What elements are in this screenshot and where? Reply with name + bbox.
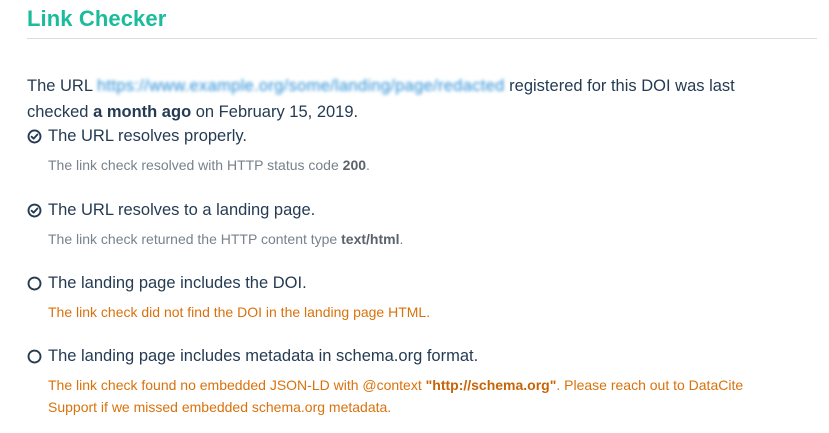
check-detail: The link check found no embedded JSON-LD… bbox=[48, 374, 793, 418]
check-circle-icon bbox=[27, 129, 42, 143]
check-detail: The link check did not find the DOI in t… bbox=[48, 301, 817, 323]
detail-text: The link check resolved with HTTP status… bbox=[48, 157, 339, 173]
check-title: The URL resolves to a landing page. bbox=[48, 201, 316, 219]
detail-text: The link check returned the HTTP content… bbox=[48, 231, 338, 247]
schema-context: "http://schema.org" bbox=[425, 377, 557, 393]
check-item-doi-included: The landing page includes the DOI. The l… bbox=[27, 272, 817, 323]
empty-circle-icon bbox=[27, 349, 42, 363]
check-title-line: The landing page includes metadata in sc… bbox=[27, 345, 817, 367]
detail-text: The link check did not find the DOI in t… bbox=[48, 304, 431, 320]
check-item-resolves: The URL resolves properly. The link chec… bbox=[27, 125, 817, 176]
detail-suffix: . bbox=[399, 231, 404, 247]
link-check-summary: The URL https://www.example.org/some/lan… bbox=[27, 73, 797, 125]
check-title: The URL resolves properly. bbox=[48, 127, 247, 145]
detail-suffix: . bbox=[366, 157, 370, 173]
check-title: The landing page includes metadata in sc… bbox=[48, 347, 479, 365]
content-type: text/html bbox=[341, 231, 400, 247]
intro-prefix: The URL bbox=[27, 76, 93, 95]
http-status-code: 200 bbox=[342, 157, 367, 173]
section-divider bbox=[27, 38, 817, 39]
check-item-schema-org: The landing page includes metadata in sc… bbox=[27, 345, 817, 418]
link-checker-panel: Link Checker The URL https://www.example… bbox=[0, 0, 829, 433]
check-detail: The link check returned the HTTP content… bbox=[48, 228, 817, 250]
check-circle-icon bbox=[27, 203, 42, 217]
check-title-line: The landing page includes the DOI. bbox=[27, 272, 817, 294]
check-detail: The link check resolved with HTTP status… bbox=[48, 154, 817, 176]
check-title-line: The URL resolves to a landing page. bbox=[27, 199, 817, 221]
detail-text: The link check found no embedded JSON-LD… bbox=[48, 377, 422, 393]
check-title-line: The URL resolves properly. bbox=[27, 125, 817, 147]
last-checked-date: on February 15, 2019. bbox=[195, 102, 359, 121]
section-title: Link Checker bbox=[27, 6, 167, 31]
empty-circle-icon bbox=[27, 276, 42, 290]
registered-url-link[interactable]: https://www.example.org/some/landing/pag… bbox=[97, 73, 505, 99]
last-checked-relative: a month ago bbox=[93, 102, 192, 121]
check-item-landing-page: The URL resolves to a landing page. The … bbox=[27, 199, 817, 250]
check-title: The landing page includes the DOI. bbox=[48, 274, 307, 292]
